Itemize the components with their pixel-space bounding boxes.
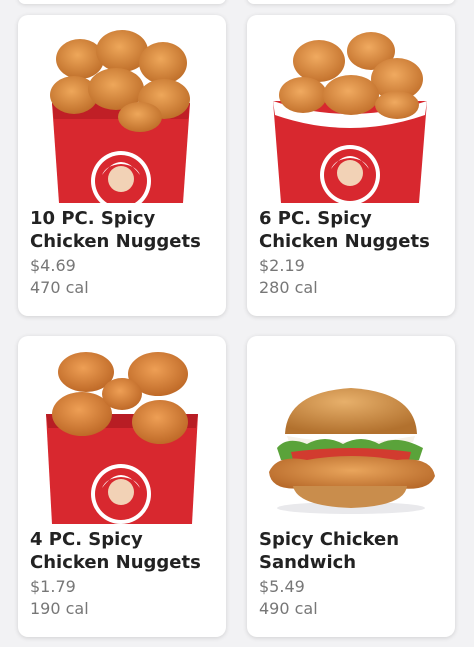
item-name: Spicy Chicken Sandwich [259,529,400,573]
item-name: 10 PC. Spicy Chicken Nuggets [30,208,201,252]
item-price: $5.49 [259,577,305,596]
item-price: $4.69 [30,256,76,275]
menu-item-card[interactable]: 4 PC. Spicy Chicken Nuggets $1.79 190 ca… [18,336,226,637]
item-calories: 470 cal [30,278,89,297]
item-calories: 490 cal [259,599,318,618]
nuggets-box-medium-image [273,32,427,203]
item-name: 4 PC. Spicy Chicken Nuggets [30,529,201,573]
nuggets-box-large-image [50,30,190,203]
item-calories: 190 cal [30,599,89,618]
item-price: $2.19 [259,256,305,275]
menu-item-card[interactable]: Spicy Chicken Sandwich $5.49 490 cal [247,336,455,637]
item-calories: 280 cal [259,278,318,297]
menu-grid: 10 PC. Spicy Chicken Nuggets $4.69 470 c… [0,0,474,647]
menu-item-card[interactable]: 10 PC. Spicy Chicken Nuggets $4.69 470 c… [18,15,226,316]
menu-item-card[interactable]: 6 PC. Spicy Chicken Nuggets $2.19 280 ca… [247,15,455,316]
item-name: 6 PC. Spicy Chicken Nuggets [259,208,430,252]
spicy-chicken-sandwich-image [269,388,435,514]
nuggets-box-small-image [46,352,198,524]
item-price: $1.79 [30,577,76,596]
